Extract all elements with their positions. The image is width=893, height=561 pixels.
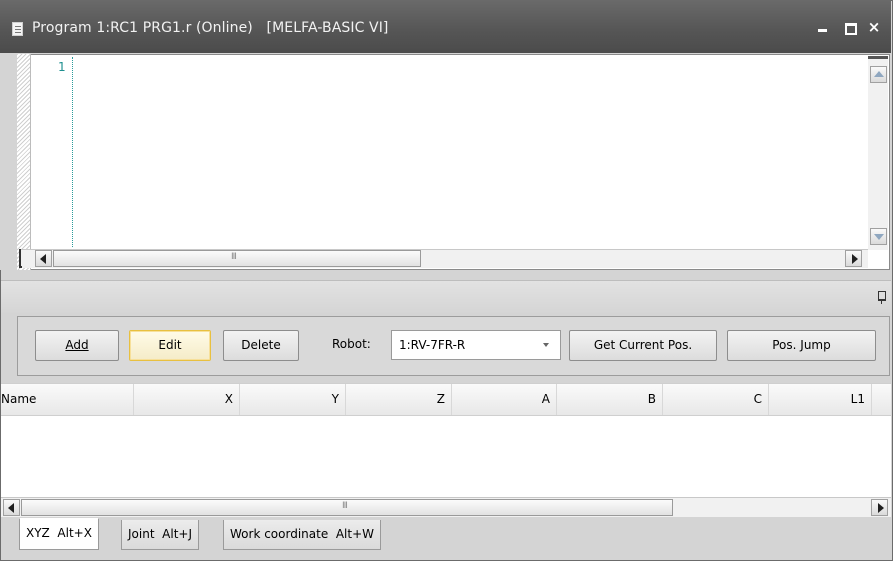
delete-button-label: Delete	[241, 338, 281, 352]
window-title: Program 1:RC1 PRG1.r (Online) [MELFA-BAS…	[32, 20, 389, 36]
scroll-right-icon[interactable]	[845, 250, 862, 267]
column-header-label: B	[647, 392, 656, 406]
gutter-divider	[72, 57, 73, 247]
column-header-label: Z	[436, 392, 445, 406]
column-header-label: C	[753, 392, 762, 406]
edit-button-label: Edit	[158, 338, 182, 352]
add-button-label: Add	[65, 338, 89, 352]
scroll-right-icon[interactable]	[871, 499, 888, 516]
delete-button[interactable]: Delete	[223, 330, 299, 361]
column-header-label: A	[541, 392, 550, 406]
add-button[interactable]: Add	[35, 330, 119, 361]
pin-icon[interactable]	[875, 290, 887, 304]
scroll-grip: III	[231, 252, 237, 262]
scroll-up-icon[interactable]	[870, 66, 887, 83]
get-current-pos-button[interactable]: Get Current Pos.	[569, 330, 717, 361]
breakpoint-gutter[interactable]	[17, 54, 31, 270]
column-header-c[interactable]: C	[663, 384, 769, 415]
chevron-down-icon[interactable]	[543, 343, 549, 347]
column-header-label: Y	[331, 392, 339, 406]
robot-select[interactable]: 1:RV-7FR-R	[391, 330, 561, 360]
tab-joint[interactable]: Joint Alt+J	[121, 520, 199, 550]
column-header-l1[interactable]: L1	[769, 384, 872, 415]
scroll-down-icon[interactable]	[870, 228, 887, 245]
line-number: 1	[58, 60, 66, 74]
column-header-label: Name	[1, 392, 37, 406]
table-header: Name X Y Z A B C L1	[1, 383, 891, 416]
column-header-a[interactable]: A	[452, 384, 557, 415]
column-header-z[interactable]: Z	[346, 384, 452, 415]
editor-hscroll-thumb[interactable]: III	[53, 250, 421, 267]
column-header-b[interactable]: B	[557, 384, 663, 415]
maximize-icon[interactable]	[842, 18, 858, 36]
edit-button[interactable]: Edit	[129, 330, 211, 361]
splitter-corner	[19, 249, 22, 268]
get-current-pos-label: Get Current Pos.	[593, 338, 693, 352]
code-editor[interactable]	[17, 54, 890, 270]
table-hscroll-thumb[interactable]: III	[21, 499, 673, 516]
column-header-label: X	[224, 392, 233, 406]
minimize-icon[interactable]	[815, 18, 831, 36]
tab-label: Work coordinate Alt+W	[230, 527, 374, 541]
position-panel-header	[1, 280, 891, 313]
column-header-label: L1	[850, 392, 865, 406]
robot-label: Robot:	[332, 337, 371, 351]
tab-xyz[interactable]: XYZ Alt+X	[19, 518, 99, 550]
column-header-y[interactable]: Y	[240, 384, 346, 415]
tab-work-coordinate[interactable]: Work coordinate Alt+W	[223, 520, 381, 550]
scroll-left-icon[interactable]	[3, 499, 20, 516]
scroll-grip: III	[342, 501, 348, 511]
column-header-name[interactable]: Name	[1, 384, 134, 415]
document-icon	[12, 22, 23, 36]
column-header-x[interactable]: X	[134, 384, 240, 415]
pos-jump-button[interactable]: Pos. Jump	[727, 330, 876, 361]
robot-select-value: 1:RV-7FR-R	[399, 338, 466, 352]
tab-label: Joint Alt+J	[128, 527, 192, 541]
pos-jump-label: Pos. Jump	[772, 338, 831, 352]
editor-left-margin	[0, 53, 17, 270]
tab-label: XYZ Alt+X	[26, 526, 92, 540]
scroll-left-icon[interactable]	[35, 250, 52, 267]
editor-vertical-scrollbar[interactable]	[868, 56, 888, 250]
close-icon[interactable]: ×	[866, 18, 882, 36]
